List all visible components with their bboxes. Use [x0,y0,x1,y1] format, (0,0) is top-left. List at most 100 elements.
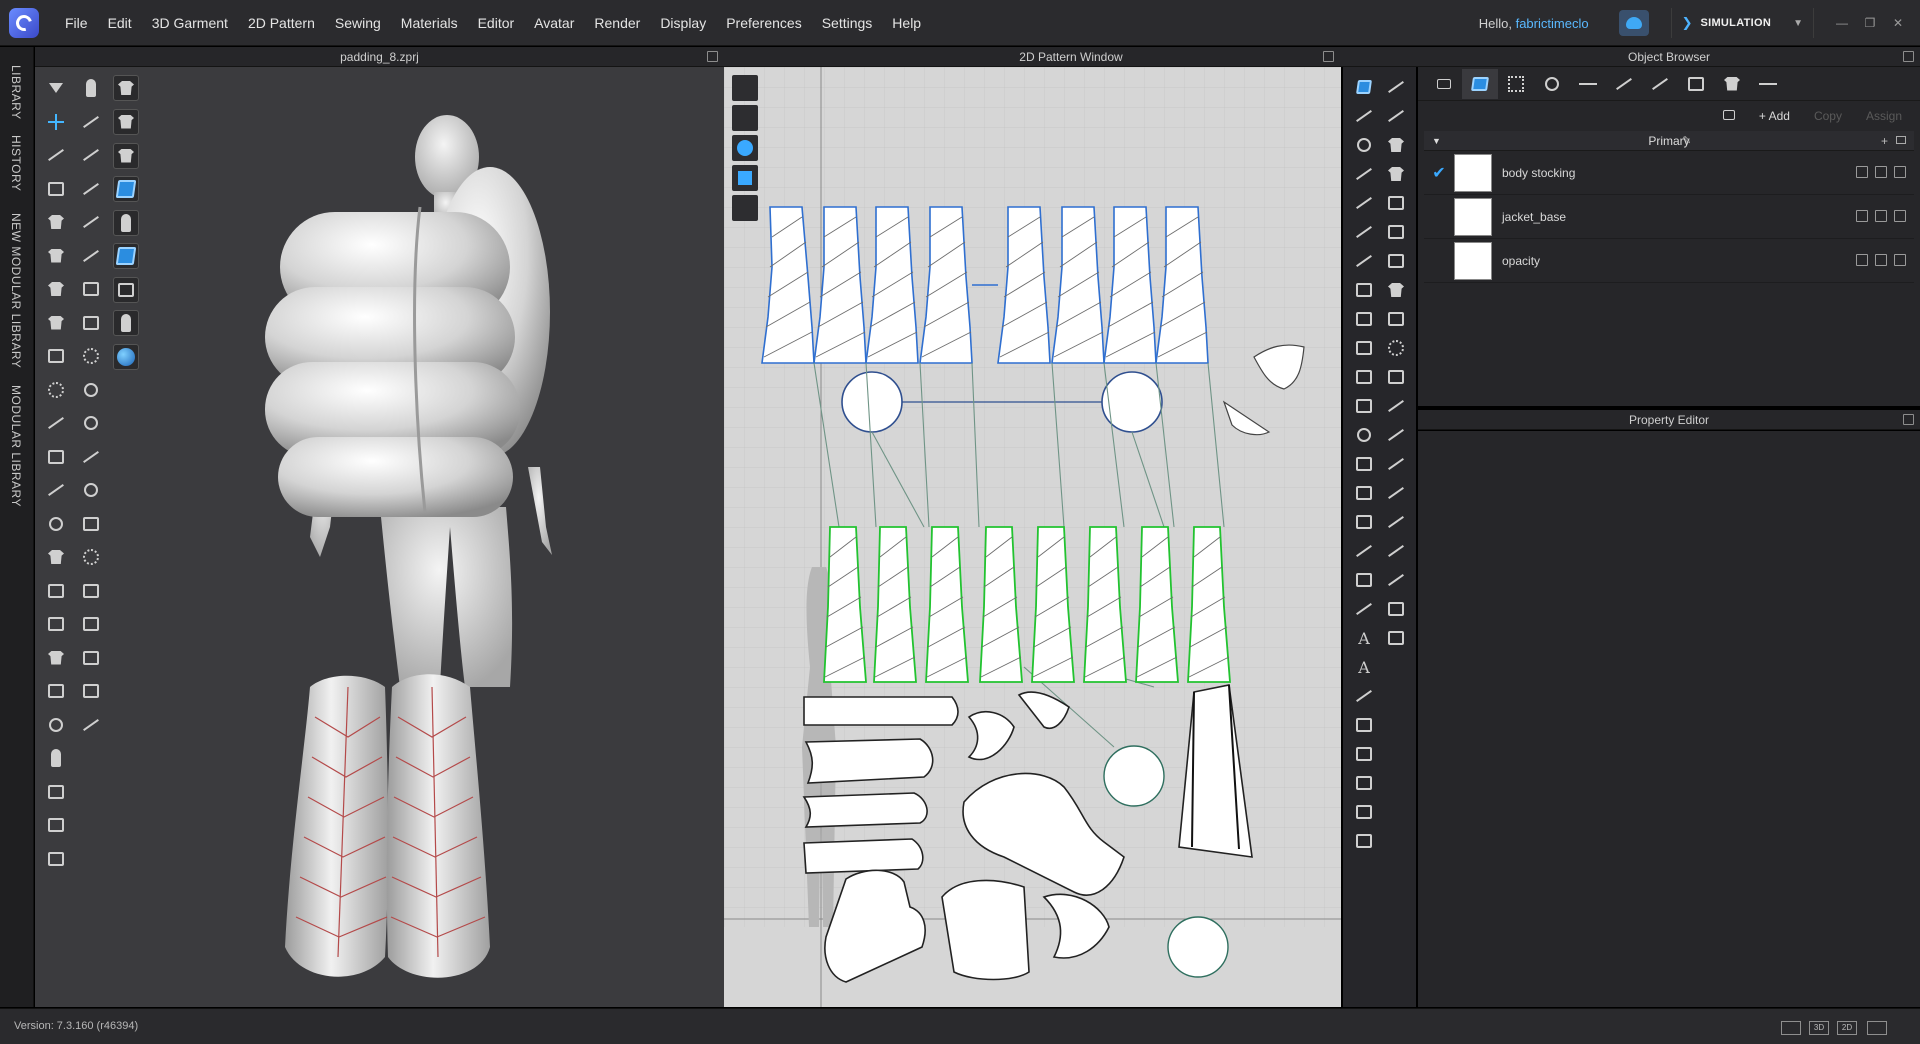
button-place-tool[interactable] [78,377,104,403]
add-button[interactable]: + Add [1749,106,1800,126]
upload-tool[interactable] [43,578,69,604]
transform-tool[interactable] [43,109,69,135]
2d-text-tool[interactable]: A [1352,626,1376,650]
popout-icon[interactable] [1323,51,1334,62]
select-move-tool[interactable] [43,75,69,101]
mode-selector[interactable]: ❯ SIMULATION ▼ [1670,8,1814,38]
2d-folder-tool[interactable] [1352,336,1376,360]
2d-topstitch-tool[interactable] [1384,220,1408,244]
layer-tool[interactable] [43,846,69,872]
2d-grid-tool[interactable] [1352,742,1376,766]
tab-modular-library[interactable]: MODULAR LIBRARY [9,385,23,507]
edit-icon[interactable]: ✎ [1682,131,1691,151]
menu-help[interactable]: Help [882,0,931,46]
piping-tool[interactable] [78,544,104,570]
list-view-tab[interactable] [1426,69,1462,99]
zipper-slider-tool[interactable] [78,477,104,503]
shirt-icon[interactable] [43,209,69,235]
delete-icon[interactable] [1894,210,1906,222]
add-icon[interactable] [1856,210,1868,222]
3d-garment-window[interactable] [35,67,724,1007]
2d-ironing-tool[interactable] [1384,191,1408,215]
tape-tool[interactable] [78,511,104,537]
lock-toggle[interactable] [732,195,758,221]
import-icon[interactable] [1713,106,1745,126]
camera-tool[interactable] [43,444,69,470]
fabric-view-toggle[interactable] [113,176,139,202]
2d-pattern-tool[interactable] [1384,336,1408,360]
2d-pattern-window[interactable] [724,67,1341,1007]
menu-2d-pattern[interactable]: 2D Pattern [238,0,325,46]
edit-line-tool[interactable] [43,142,69,168]
2d-bind-tool[interactable] [1384,481,1408,505]
2d-ruffle-tool[interactable] [1384,568,1408,592]
print-tool[interactable] [43,611,69,637]
menu-avatar[interactable]: Avatar [524,0,584,46]
stitch-tab[interactable] [1606,69,1642,99]
menu-materials[interactable]: Materials [391,0,468,46]
minimize-icon[interactable]: — [1828,16,1856,30]
popout-icon[interactable] [1903,414,1914,425]
2d-stitch-tool[interactable] [1384,133,1408,157]
menu-sewing[interactable]: Sewing [325,0,391,46]
2d-pleat-tool[interactable] [1384,394,1408,418]
copy-icon[interactable] [1875,210,1887,222]
texture-view-toggle[interactable] [113,75,139,101]
tab-history[interactable]: HISTORY [9,135,23,191]
avatar-3d-viewport[interactable] [210,87,610,1007]
texture-tool[interactable] [78,310,104,336]
2d-curve-tool[interactable] [1352,162,1376,186]
2d-graphic-tool[interactable] [1384,597,1408,621]
2d-shirring-tool[interactable] [1384,539,1408,563]
2d-texture-tool[interactable] [1352,394,1376,418]
button-hole-tool[interactable] [78,410,104,436]
close-icon[interactable]: ✕ [1884,16,1912,30]
2d-measure-tool[interactable] [1352,684,1376,708]
menu-file[interactable]: File [55,0,98,46]
mesh-view-toggle[interactable] [113,108,139,135]
eye-icon[interactable] [732,105,758,131]
line-tool[interactable] [43,410,69,436]
check-tool[interactable] [78,176,104,202]
measure-tab[interactable] [1750,69,1786,99]
username-link[interactable]: fabrictimeclo [1516,16,1589,31]
tab-new-modular-library[interactable]: NEW MODULAR LIBRARY [9,213,23,368]
2d-ruler-tool[interactable] [1352,568,1376,592]
pattern-canvas[interactable] [724,67,1341,1007]
delete-icon[interactable] [1894,166,1906,178]
trim-tool[interactable] [43,645,69,671]
2d-image-tool[interactable] [1352,365,1376,389]
globe-icon[interactable] [113,343,139,370]
copy-icon[interactable] [1875,254,1887,266]
line-tab[interactable] [1570,69,1606,99]
2d-wave-tool[interactable] [1384,452,1408,476]
overlay-tool[interactable] [78,611,104,637]
2d-link-tool[interactable] [1352,133,1376,157]
add-group-icon[interactable]: + [1881,131,1888,151]
2d-pin-tool[interactable] [1384,104,1408,128]
copy-icon[interactable] [1875,166,1887,178]
avatar-pose-tool[interactable] [78,75,104,101]
2d-point-tool[interactable] [1352,220,1376,244]
copy-button[interactable]: Copy [1804,106,1852,126]
2d-elastic-tool[interactable] [1384,423,1408,447]
2d-bezier-tool[interactable] [1352,191,1376,215]
app-logo-icon[interactable] [9,7,39,38]
view-panel-icon[interactable] [1867,1021,1887,1035]
restore-icon[interactable]: ❐ [1856,16,1884,30]
symmetry-tool[interactable] [43,779,69,805]
gift-tool[interactable] [43,678,69,704]
2d-select-tool[interactable] [1352,75,1376,99]
menu-edit[interactable]: Edit [98,0,142,46]
2d-notch-tool[interactable] [1352,597,1376,621]
align-tool[interactable] [78,712,104,738]
2d-zigzag-tool[interactable] [1384,510,1408,534]
pin-line-tool[interactable] [78,243,104,269]
menu-settings[interactable]: Settings [812,0,883,46]
2d-sheet-tool[interactable] [1352,771,1376,795]
tab-library[interactable]: LIBRARY [9,65,23,120]
popout-icon[interactable] [1903,51,1914,62]
avatar-tab[interactable] [1714,69,1750,99]
brush-tool[interactable] [78,109,104,135]
2d-fold-tool[interactable] [1352,510,1376,534]
